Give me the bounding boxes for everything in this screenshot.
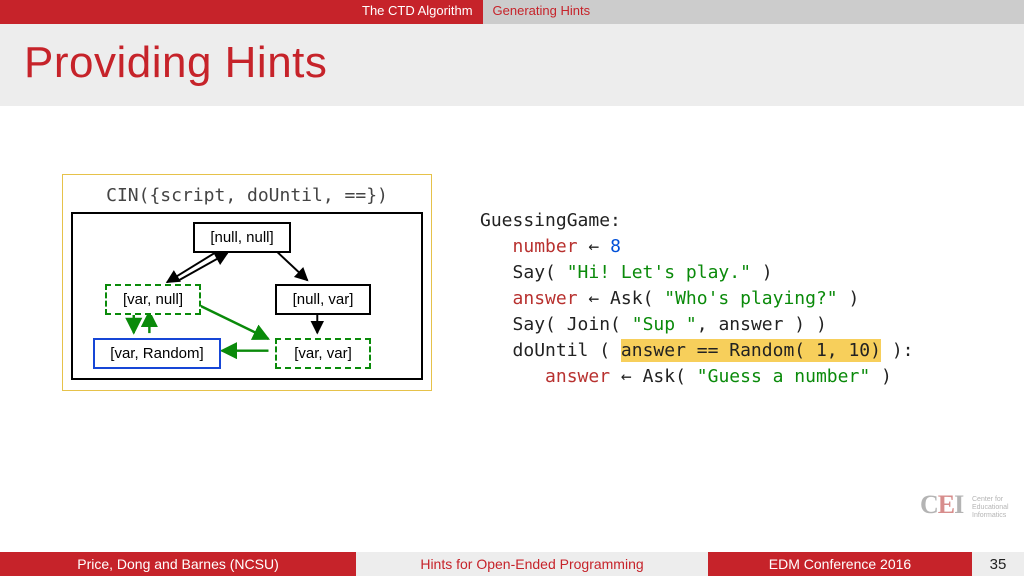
code-l5a: Say( Join(	[513, 314, 632, 335]
code-l1: GuessingGame:	[480, 210, 621, 231]
node-var-null: [var, null]	[105, 284, 201, 315]
code-l7b: ← Ask(	[610, 366, 697, 387]
code-l5c: , answer ) )	[697, 314, 827, 335]
code-l4b: ← Ask(	[578, 288, 665, 309]
node-var-random: [var, Random]	[93, 338, 221, 369]
code-l4-str: "Who's playing?"	[664, 288, 837, 309]
code-l3-str: "Hi! Let's play."	[567, 262, 751, 283]
nav-tab-hints[interactable]: Generating Hints	[483, 0, 601, 24]
title-band: Providing Hints	[0, 24, 1024, 106]
logo-subtitle: Center forEducationalInformatics	[972, 496, 1009, 520]
code-l2-arrow: ←	[578, 236, 611, 257]
code-l4d: )	[838, 288, 860, 309]
code-l7d: )	[870, 366, 892, 387]
code-block: GuessingGame: number ← 8 Say( "Hi! Let's…	[480, 208, 914, 390]
node-null-var: [null, var]	[275, 284, 371, 315]
code-l6a: doUntil (	[513, 340, 621, 361]
nav-left-fill	[0, 0, 352, 24]
cei-logo: CEI Center forEducationalInformatics	[920, 490, 1016, 532]
slide-body: CIN({script, doUntil, ==})	[0, 106, 1024, 560]
code-l4-var: answer	[513, 288, 578, 309]
code-l7-var: answer	[545, 366, 610, 387]
cin-diagram: CIN({script, doUntil, ==})	[62, 174, 432, 391]
footer-authors: Price, Dong and Barnes (NCSU)	[0, 552, 356, 576]
cin-graph: [null, null] [var, null] [null, var] [va…	[71, 212, 423, 380]
logo-text: CEI	[920, 490, 963, 519]
node-var-var: [var, var]	[275, 338, 371, 369]
code-l7-str: "Guess a number"	[697, 366, 870, 387]
footer-title: Hints for Open-Ended Programming	[356, 552, 708, 576]
footer-venue: EDM Conference 2016	[708, 552, 972, 576]
code-l3c: )	[751, 262, 773, 283]
nav-tab-ctd[interactable]: The CTD Algorithm	[352, 0, 483, 24]
code-l6c: ):	[881, 340, 914, 361]
footer-page: 35	[972, 552, 1024, 576]
code-l2-num: 8	[610, 236, 621, 257]
top-nav: The CTD Algorithm Generating Hints	[0, 0, 1024, 24]
code-l6-highlight: answer == Random( 1, 10)	[621, 339, 881, 362]
footer: Price, Dong and Barnes (NCSU) Hints for …	[0, 552, 1024, 576]
node-null-null: [null, null]	[193, 222, 291, 253]
slide-title: Providing Hints	[24, 38, 1000, 88]
code-l3a: Say(	[513, 262, 567, 283]
code-l2-var: number	[513, 236, 578, 257]
cin-caption: CIN({script, doUntil, ==})	[69, 181, 425, 212]
code-l5-str: "Sup "	[632, 314, 697, 335]
